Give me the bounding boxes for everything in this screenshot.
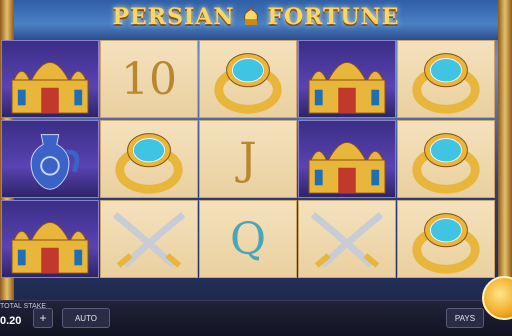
reel-cell-jack: J [199,120,297,198]
game-window: PERSIAN FORTUNE 10 J Q TOTAL STAKE 0.20 … [0,0,512,336]
game-title: PERSIAN FORTUNE [96,4,416,34]
title-persian: PERSIAN [112,4,235,30]
pays-button[interactable]: PAYS [446,308,484,328]
game-header: PERSIAN FORTUNE [0,0,512,40]
auto-play-button[interactable]: AUTO [62,308,110,328]
reel-cell-queen: Q [199,200,297,278]
reel-cell-ring [397,200,495,278]
reel-cell-vase [1,120,99,198]
total-stake-value: 0.20 [0,315,22,327]
jack-symbol: J [239,133,257,185]
reel-cell-swords [100,200,198,278]
right-pillar [498,0,512,300]
title-fortune: FORTUNE [267,4,400,30]
dome-icon [243,6,258,25]
ten-symbol: 10 [121,53,177,105]
reel-cell-palace [298,120,396,198]
queen-symbol: Q [229,213,267,265]
increase-stake-button[interactable]: + [33,308,53,328]
reel-cell-swords [298,200,396,278]
reel-cell-ring [397,120,495,198]
reel-cell-palace [1,40,99,118]
reel-cell-ten: 10 [100,40,198,118]
reel-cell-ring [199,40,297,118]
reel-cell-palace [298,40,396,118]
reel-cell-palace [1,200,99,278]
reel-cell-ring [397,40,495,118]
reel-cell-ring [100,120,198,198]
reel-grid: 10 J Q [0,40,498,280]
